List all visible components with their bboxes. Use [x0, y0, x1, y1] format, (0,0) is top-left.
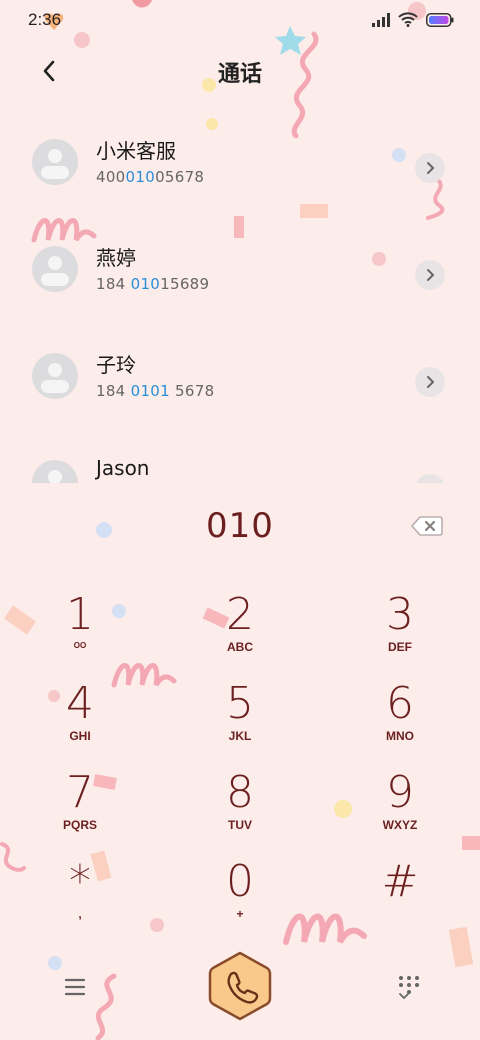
- voicemail-icon: ᴼᴼ: [73, 640, 87, 654]
- contact-detail-button[interactable]: [415, 260, 445, 290]
- contact-name: Jason: [96, 456, 150, 480]
- contact-name: 小米客服: [96, 139, 176, 163]
- backspace-button[interactable]: [410, 514, 444, 538]
- key-2[interactable]: 2 ABC: [180, 590, 300, 670]
- contact-detail-button[interactable]: [415, 474, 445, 483]
- wifi-icon: [398, 12, 418, 27]
- key-6[interactable]: 6 MNO: [340, 679, 460, 759]
- contact-detail-button[interactable]: [415, 367, 445, 397]
- chevron-right-icon: [425, 482, 435, 483]
- contact-number: 184 01015689: [96, 275, 210, 293]
- key-3[interactable]: 3 DEF: [340, 590, 460, 670]
- contact-name: 燕婷: [96, 246, 136, 270]
- call-button[interactable]: [204, 950, 276, 1022]
- avatar: [32, 460, 78, 483]
- page-title: 通话: [217, 62, 262, 87]
- key-hash[interactable]: #: [340, 857, 460, 937]
- contact-row[interactable]: 小米客服 40001005678: [0, 131, 480, 231]
- key-7[interactable]: 7 PQRS: [20, 768, 140, 848]
- signal-icon: [372, 12, 390, 27]
- contact-row[interactable]: 子玲 184 0101 5678: [0, 345, 480, 445]
- key-1[interactable]: 1 ᴼᴼ: [20, 590, 140, 670]
- chevron-right-icon: [427, 269, 435, 281]
- key-0[interactable]: 0 +: [180, 857, 300, 937]
- contact-row[interactable]: Jason: [0, 452, 480, 483]
- menu-icon: [64, 978, 86, 996]
- menu-button[interactable]: [60, 974, 90, 1000]
- key-9[interactable]: 9 WXYZ: [340, 768, 460, 848]
- backspace-icon: [410, 516, 443, 536]
- contact-number: 184 0101 5678: [96, 382, 215, 400]
- avatar: [32, 246, 78, 292]
- dialpad-toggle-button[interactable]: [394, 972, 424, 1002]
- key-4[interactable]: 4 GHI: [20, 679, 140, 759]
- avatar: [32, 139, 78, 185]
- contact-list: 小米客服 40001005678 燕婷 184 01015689 子玲 184 …: [0, 105, 480, 483]
- status-bar: 2:36: [0, 0, 480, 40]
- app-header: 通话: [0, 40, 480, 100]
- contact-row[interactable]: 燕婷 184 01015689: [0, 238, 480, 338]
- contact-detail-button[interactable]: [415, 153, 445, 183]
- phone-icon: [208, 951, 272, 1021]
- key-star[interactable]: *,: [20, 857, 140, 937]
- dial-input[interactable]: 010: [0, 506, 480, 546]
- key-5[interactable]: 5 JKL: [180, 679, 300, 759]
- dialpad-icon: [399, 976, 419, 1000]
- status-time: 2:36: [28, 10, 62, 29]
- chevron-right-icon: [427, 376, 435, 388]
- contact-name: 子玲: [96, 353, 136, 377]
- contact-number: 40001005678: [96, 168, 205, 186]
- chevron-right-icon: [427, 162, 435, 174]
- key-8[interactable]: 8 TUV: [180, 768, 300, 848]
- avatar: [32, 353, 78, 399]
- battery-icon: [426, 12, 454, 27]
